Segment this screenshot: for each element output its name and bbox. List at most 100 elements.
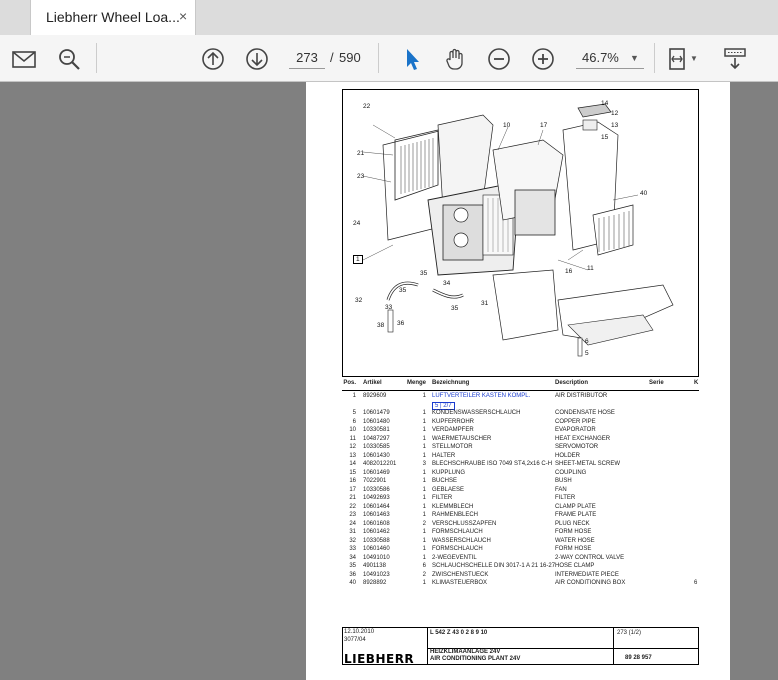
parts-rows: 1 8929609 1 LUFTVERTEILER KASTEN KOMPL. AIR … [342,393,699,589]
cell-artikel: 8928892 [363,580,387,586]
cell-k: 6 [694,580,698,586]
cell-bezeichnung: FORMSCHLAUCH [432,546,483,552]
cell-description: SERVOMOTOR [555,444,599,450]
cell-description: FILTER [555,495,576,501]
zoom-value: 46.7% [582,50,619,65]
cell-menge: 1 [422,537,426,544]
cell-artikel: 10330588 [363,537,390,544]
hand-tool-icon[interactable] [442,46,468,72]
cell-artikel: 8929609 [363,393,387,399]
tb-machine: L 542 Z 43 0 2 8 9 10 [430,630,488,636]
tb-page-ref: 273 (1/2) [617,630,642,636]
callout-label: 34 [443,280,451,287]
document-tab[interactable]: Liebherr Wheel Loa... × [30,0,196,35]
callout-label: 36 [397,320,405,327]
cell-bezeichnung: ZWISCHENSTUECK [432,571,489,578]
header-k: K [694,380,699,386]
parts-row: 16 7022901 1 BUCHSE BUSH [342,478,699,487]
cell-menge: 1 [422,444,426,450]
parts-row: 40 8928892 1 KLIMASTEUERBOX AIR CONDITIONING… [342,580,699,589]
parts-row: 13 10601430 1 HALTER HOLDER [342,453,699,462]
parts-row: 24 10601608 2 VERSCHLUSSZAPFEN PLUG NECK [342,521,699,530]
toolbar-divider [654,43,655,73]
cell-description: FRAME PLATE [555,512,597,518]
cell-description: SHEET-METAL SCREW [555,461,621,467]
parts-row: 21 10492693 1 FILTER FILTER [342,495,699,504]
cell-bezeichnung: SCHLAUCHSCHELLE DIN 3017-1 A 21 16-27 [432,563,556,569]
select-cursor-icon[interactable] [399,46,425,72]
cell-artikel: 10330586 [363,486,390,493]
cell-bezeichnung: FORMSCHLAUCH [432,529,483,535]
parts-row: 23 10601463 1 RAHMENBLECH FRAME PLATE [342,512,699,521]
parts-row: 36 10491023 2 ZWISCHENSTUECK INTERMEDIATE PI… [342,572,699,581]
cell-bezeichnung: RAHMENBLECH [432,512,479,518]
cell-bezeichnung: BLECHSCHRAUBE ISO 7049 ST4,2x16 C-H [432,461,553,467]
cell-pos: 31 [349,529,356,535]
cell-pos: 12 [349,444,356,450]
parts-row: 31 10601462 1 FORMSCHLAUCH FORM HOSE [342,529,699,538]
cell-pos: 36 [349,571,356,578]
parts-row: 35 4901138 6 SCHLAUCHSCHELLE DIN 3017-1 A 2… [342,563,699,572]
parts-row: 11 10487297 1 WAERMETAUSCHER HEAT EXCHANGER [342,436,699,445]
cell-pos: 11 [349,435,356,442]
callout-label: 14 [601,100,609,107]
cell-menge: 2 [422,571,426,578]
callout-label: 22 [363,103,371,110]
parts-list-table: Pos. Artikel Menge Bezeichnung Descripti… [342,380,699,589]
callout-label: 16 [565,268,573,275]
page-total: 590 [339,50,361,65]
cell-bezeichnung: LUFTVERTEILER KASTEN KOMPL. [432,393,531,399]
cell-bezeichnung: WAERMETAUSCHER [432,435,492,442]
exploded-parts-illustration [362,103,674,357]
cell-menge: 1 [422,512,426,518]
zoom-search-icon[interactable] [56,46,82,72]
header-artikel: Artikel [363,380,382,386]
header-rule [342,390,699,391]
zoom-in-icon[interactable] [530,46,556,72]
toolbar-divider [96,43,97,73]
email-icon[interactable] [11,46,37,72]
cell-pos: 22 [349,503,356,510]
chevron-down-icon: ▼ [630,53,639,63]
cell-menge: 1 [422,503,426,510]
tab-close-button[interactable]: × [179,8,187,24]
page-down-icon[interactable] [244,46,270,72]
cell-description: COUPLING [555,469,587,476]
cell-pos: 21 [349,495,356,501]
cell-pos: 5 [352,410,356,416]
zoom-out-icon[interactable] [486,46,512,72]
callout-label: 33 [385,304,393,311]
cell-bezeichnung: KONDENSWASSERSCHLAUCH [432,410,521,416]
cell-description: PLUG NECK [555,520,590,527]
tab-bar: Liebherr Wheel Loa... × [0,0,778,35]
cell-pos: 13 [349,452,356,459]
callout-label: 32 [355,297,363,304]
cell-description: HEAT EXCHANGER [555,435,611,442]
cell-artikel: 10601469 [363,469,390,476]
cell-menge: 1 [422,546,426,552]
header-bezeichnung: Bezeichnung [432,380,470,386]
callout-label: 35 [451,305,459,312]
cell-pos: 16 [349,478,356,484]
cell-bezeichnung: KUPPLUNG [432,469,466,476]
cell-description: BUSH [555,478,572,484]
cell-description: AIR CONDITIONING BOX [555,580,626,586]
cell-pos: 34 [349,554,356,561]
callout-label: 21 [357,150,365,157]
cell-artikel: 10601463 [363,512,390,518]
chevron-down-icon[interactable]: ▼ [690,54,698,63]
scroll-mode-icon[interactable] [722,46,748,72]
cell-menge: 1 [422,410,426,416]
zoom-select[interactable]: 46.7% ▼ [576,47,644,69]
page-number-input[interactable]: 273 [289,47,325,69]
parts-row: 10 10330581 1 VERDAMPFER EVAPORATOR [342,427,699,436]
tb-drawing-no: 89 28 957 [625,655,652,661]
cell-artikel: 10601608 [363,520,390,527]
cell-pos: 6 [352,418,356,425]
tb-divider [427,628,428,664]
page-up-icon[interactable] [200,46,226,72]
parts-row: 5 10601479 1 KONDENSWASSERSCHLAUCH CONDENSAT… [342,410,699,419]
header-pos: Pos. [343,380,356,386]
fit-page-icon[interactable] [666,46,692,72]
parts-row: 12 10330585 1 STELLMOTOR SERVOMOTOR [342,444,699,453]
